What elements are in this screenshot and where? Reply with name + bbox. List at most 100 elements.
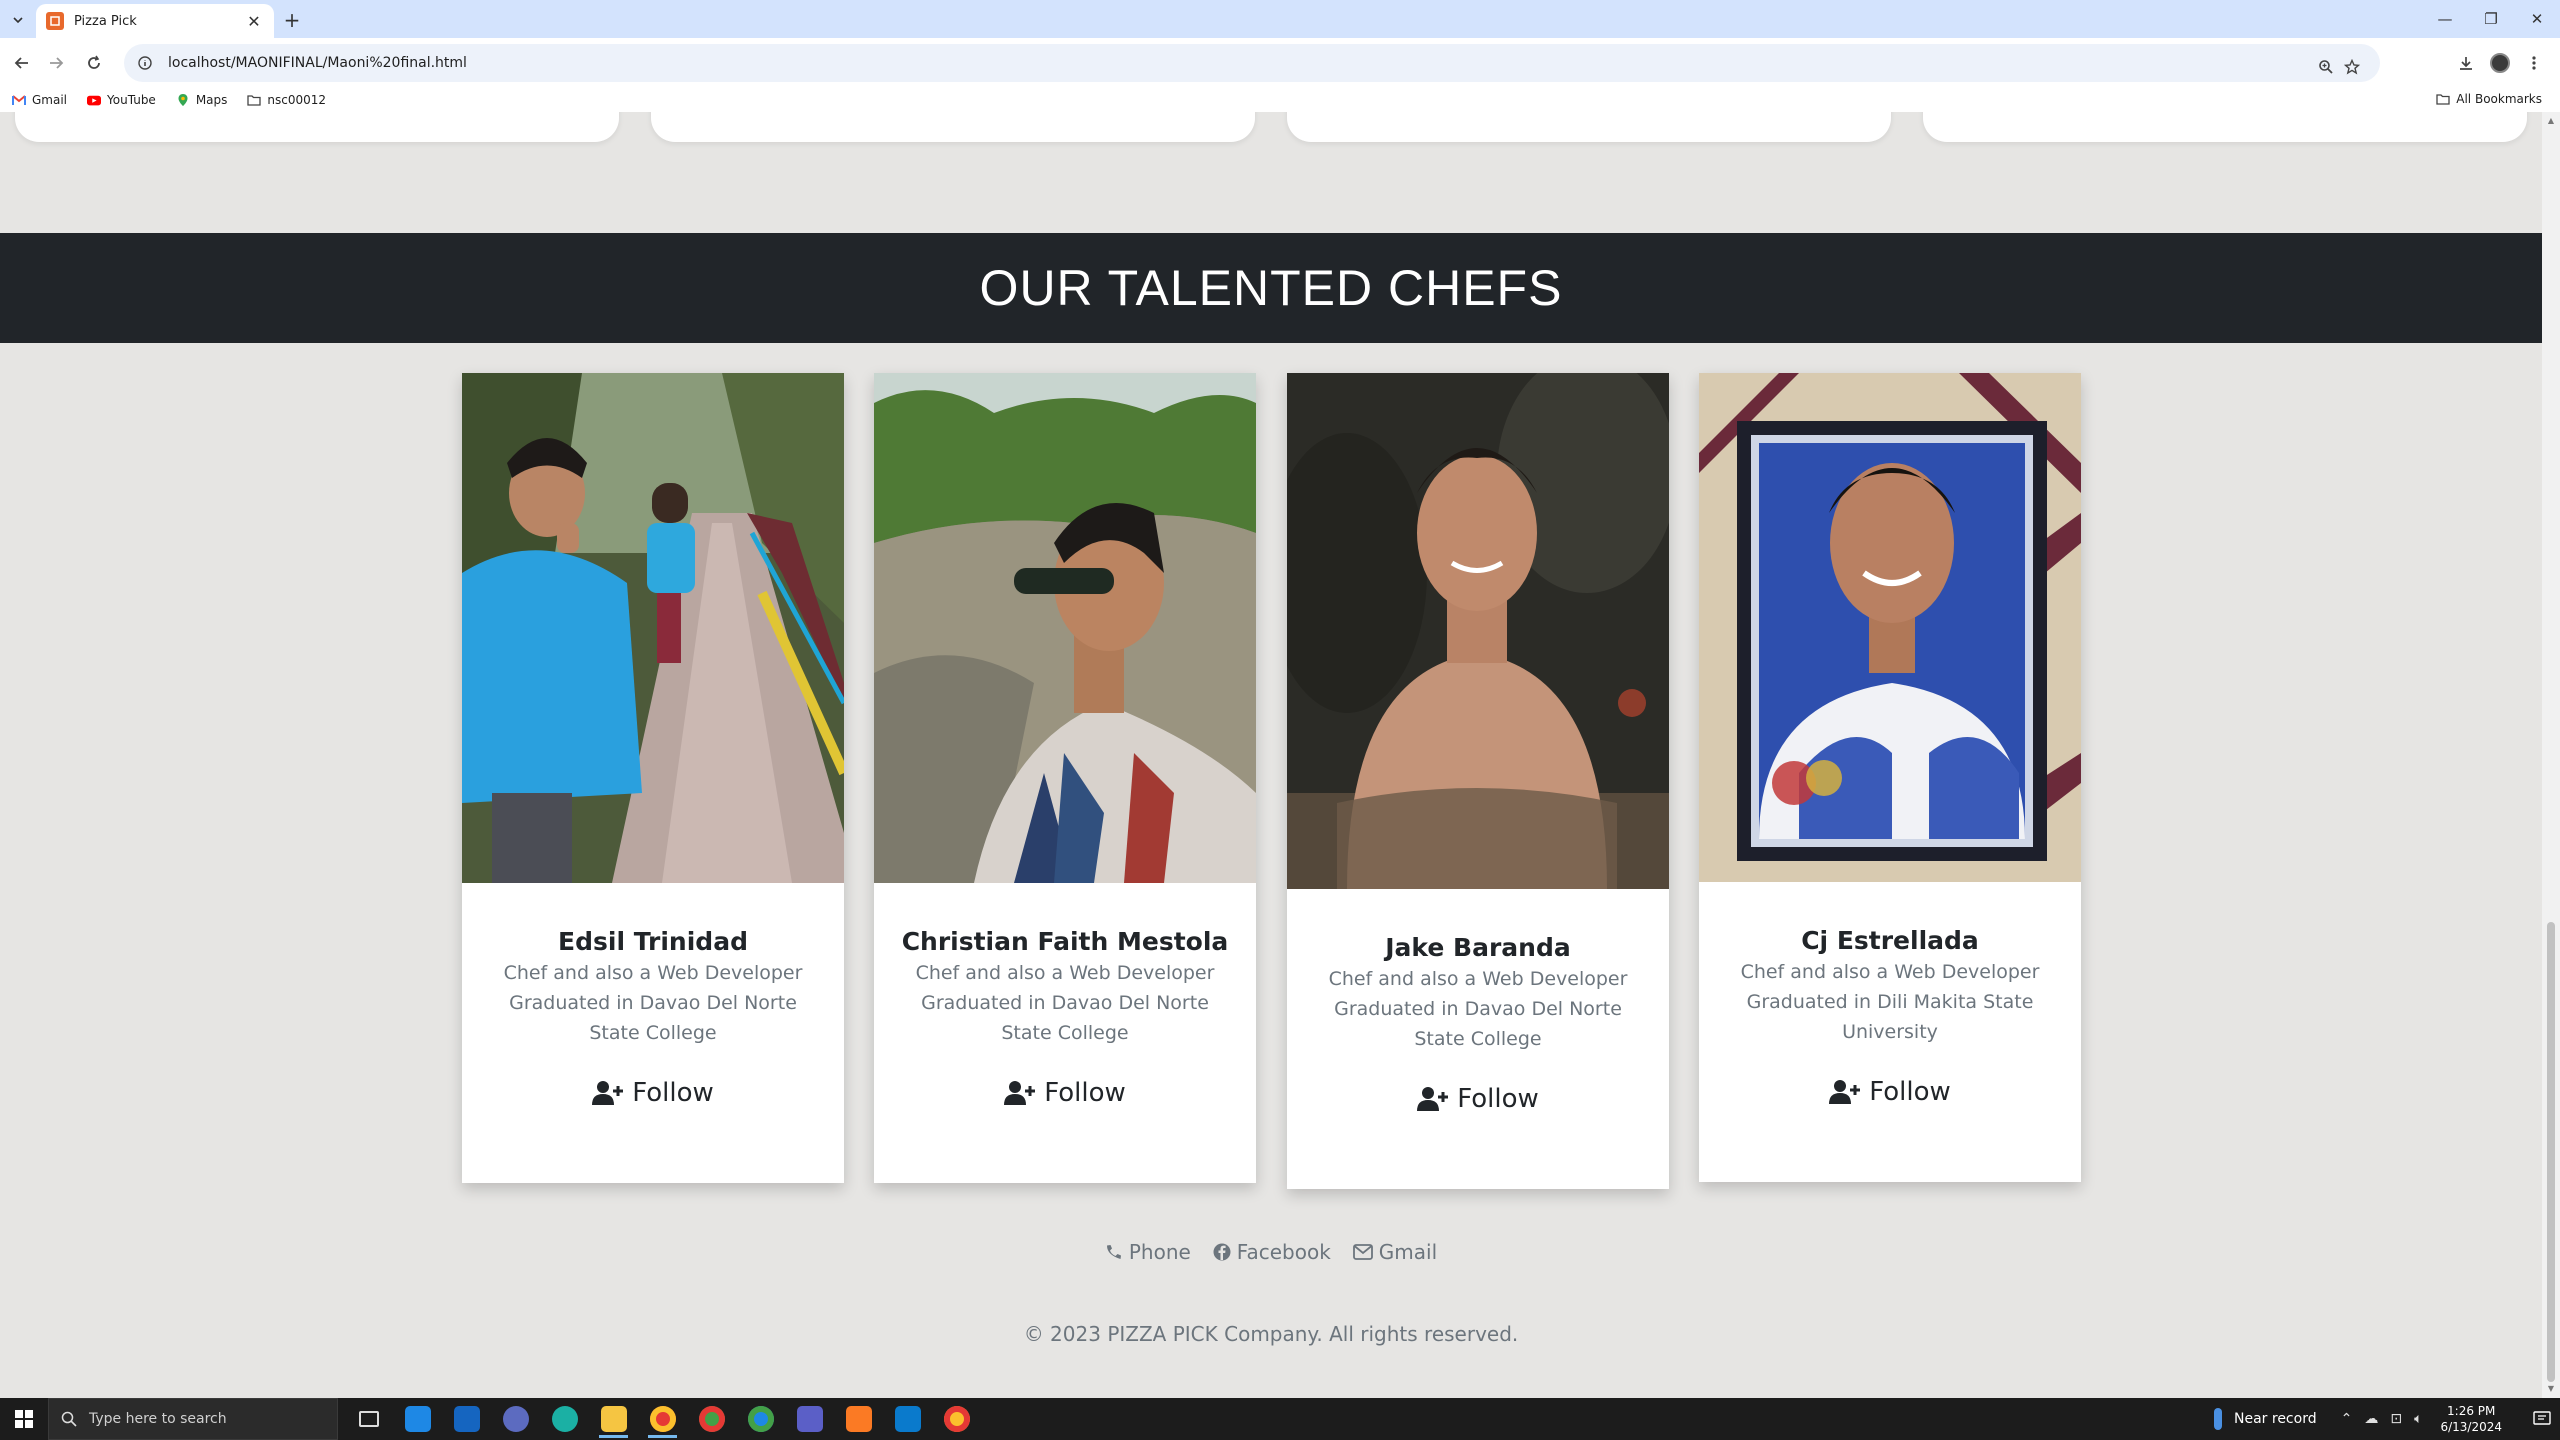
- taskbar-search-box[interactable]: Type here to search: [48, 1398, 338, 1440]
- window-controls: — ❐ ✕: [2422, 0, 2560, 38]
- phone-icon: [1106, 1245, 1121, 1259]
- user-plus-icon: [1417, 1087, 1449, 1111]
- taskbar-app-media[interactable]: [491, 1398, 540, 1440]
- downloads-button[interactable]: [2454, 51, 2478, 75]
- notification-icon: [2533, 1411, 2551, 1425]
- browser-toolbar: localhost/MAONIFINAL/Maoni%20final.html: [0, 38, 2560, 88]
- chef-card: Christian Faith Mestola Chef and also a …: [874, 373, 1256, 1183]
- vscode-icon: [894, 1406, 921, 1432]
- follow-button[interactable]: Follow: [1829, 1077, 1951, 1107]
- bookmark-folder-nsc00012[interactable]: nsc00012: [247, 93, 326, 107]
- browser-tab-active[interactable]: Pizza Pick ✕: [36, 4, 274, 38]
- footer-social-links: Phone Facebook Gmail: [0, 1240, 2542, 1264]
- footer-link-gmail[interactable]: Gmail: [1352, 1240, 1437, 1264]
- chef-photo: [1287, 373, 1669, 889]
- taskbar-app-edge[interactable]: [540, 1398, 589, 1440]
- forward-button[interactable]: [44, 51, 68, 75]
- all-bookmarks[interactable]: All Bookmarks: [2436, 92, 2542, 106]
- weather-widget[interactable]: Near record: [2214, 1408, 2317, 1430]
- zoom-icon[interactable]: [2318, 59, 2334, 79]
- network-icon[interactable]: ⊡: [2390, 1411, 2402, 1427]
- scroll-down-icon[interactable]: ▼: [2546, 1384, 2556, 1394]
- thermometer-icon: [2214, 1408, 2222, 1430]
- back-button[interactable]: [10, 51, 34, 75]
- previous-section-card: [1923, 112, 2527, 142]
- chef-description: Chef and also a Web Developer Graduated …: [1328, 968, 1628, 1050]
- menu-button[interactable]: [2522, 51, 2546, 75]
- close-window-button[interactable]: ✕: [2514, 0, 2560, 38]
- folder-icon: [2436, 93, 2450, 105]
- envelope-icon: [1352, 1244, 1373, 1260]
- taskbar-app-vscode[interactable]: [883, 1398, 932, 1440]
- scrollbar-thumb[interactable]: [2547, 922, 2555, 1382]
- taskbar-app-xampp[interactable]: [834, 1398, 883, 1440]
- site-info-icon[interactable]: [134, 52, 156, 74]
- onedrive-icon[interactable]: ☁: [2364, 1411, 2378, 1427]
- taskbar-apps: [344, 1398, 981, 1440]
- bookmark-maps[interactable]: Maps: [176, 93, 227, 107]
- chef-photo: [874, 373, 1256, 883]
- new-tab-button[interactable]: +: [280, 8, 304, 32]
- footer-link-phone[interactable]: Phone: [1105, 1240, 1191, 1264]
- minimize-button[interactable]: —: [2422, 0, 2468, 38]
- chef-description: Chef and also a Web Developer Graduated …: [1740, 961, 2040, 1043]
- taskbar-app-chrome-3[interactable]: [932, 1398, 981, 1440]
- folder-icon: [247, 93, 262, 107]
- volume-icon[interactable]: 🔈︎: [2414, 1411, 2422, 1427]
- reload-icon: [88, 55, 100, 69]
- avatar: [2490, 53, 2510, 73]
- follow-button[interactable]: Follow: [592, 1078, 714, 1108]
- follow-button[interactable]: Follow: [1417, 1084, 1539, 1114]
- close-tab-icon[interactable]: ✕: [244, 11, 264, 31]
- reload-button[interactable]: [82, 51, 106, 75]
- taskbar-app-mail[interactable]: [442, 1398, 491, 1440]
- footer-link-facebook[interactable]: Facebook: [1213, 1240, 1331, 1264]
- task-view-icon: [358, 1411, 379, 1427]
- download-icon: [2460, 57, 2472, 70]
- follow-button[interactable]: Follow: [1004, 1078, 1126, 1108]
- bookmark-gmail[interactable]: Gmail: [12, 93, 67, 107]
- previous-section-card: [1287, 112, 1891, 142]
- previous-section-card: [15, 112, 619, 142]
- chef-photo: [462, 373, 844, 883]
- copyright-text: © 2023 PIZZA PICK Company. All rights re…: [1023, 1322, 1519, 1346]
- taskbar-app-chrome[interactable]: [638, 1398, 687, 1440]
- chef-name: Cj Estrellada: [1801, 926, 1979, 955]
- maps-icon: [176, 93, 190, 107]
- chevron-up-icon[interactable]: ⌃: [2341, 1411, 2353, 1427]
- taskbar-app-chrome-profile-2[interactable]: [736, 1398, 785, 1440]
- taskbar-app-chrome-profile[interactable]: [687, 1398, 736, 1440]
- chef-name: Edsil Trinidad: [558, 927, 748, 956]
- store-icon: [404, 1406, 431, 1432]
- search-icon: [61, 1411, 77, 1427]
- chevron-down-icon: [13, 17, 23, 24]
- restore-button[interactable]: ❐: [2468, 0, 2514, 38]
- chrome-icon: [943, 1406, 970, 1432]
- bookmark-youtube[interactable]: YouTube: [87, 93, 156, 107]
- task-view-button[interactable]: [344, 1398, 393, 1440]
- address-bar[interactable]: localhost/MAONIFINAL/Maoni%20final.html: [124, 44, 2380, 82]
- bookmark-star-icon[interactable]: [2343, 58, 2361, 79]
- edge-icon: [551, 1406, 578, 1432]
- taskbar-clock[interactable]: 1:26 PM 6/13/2024: [2440, 1403, 2502, 1435]
- taskbar-app-teams[interactable]: [785, 1398, 834, 1440]
- start-button[interactable]: [0, 1398, 48, 1440]
- mail-icon: [453, 1406, 480, 1432]
- windows-logo-icon: [15, 1410, 33, 1428]
- page-scrollbar[interactable]: ▲ ▼: [2542, 112, 2560, 1398]
- notification-center-button[interactable]: [2524, 1398, 2560, 1440]
- media-player-icon: [502, 1406, 529, 1432]
- gmail-icon: [12, 93, 26, 107]
- user-plus-icon: [1829, 1080, 1861, 1104]
- tab-search-button[interactable]: [6, 8, 30, 32]
- taskbar-app-store[interactable]: [393, 1398, 442, 1440]
- profile-button[interactable]: [2488, 51, 2512, 75]
- user-plus-icon: [592, 1081, 624, 1105]
- pizza-favicon-icon: [46, 12, 64, 30]
- bookmarks-bar: Gmail YouTube Maps nsc00012 All Bookmark…: [0, 88, 2560, 112]
- scroll-up-icon[interactable]: ▲: [2546, 116, 2556, 126]
- tab-strip: Pizza Pick ✕ + — ❐ ✕: [0, 0, 2560, 38]
- chef-card: Cj Estrellada Chef and also a Web Develo…: [1699, 373, 2081, 1182]
- taskbar-app-explorer[interactable]: [589, 1398, 638, 1440]
- tab-title: Pizza Pick: [74, 13, 137, 29]
